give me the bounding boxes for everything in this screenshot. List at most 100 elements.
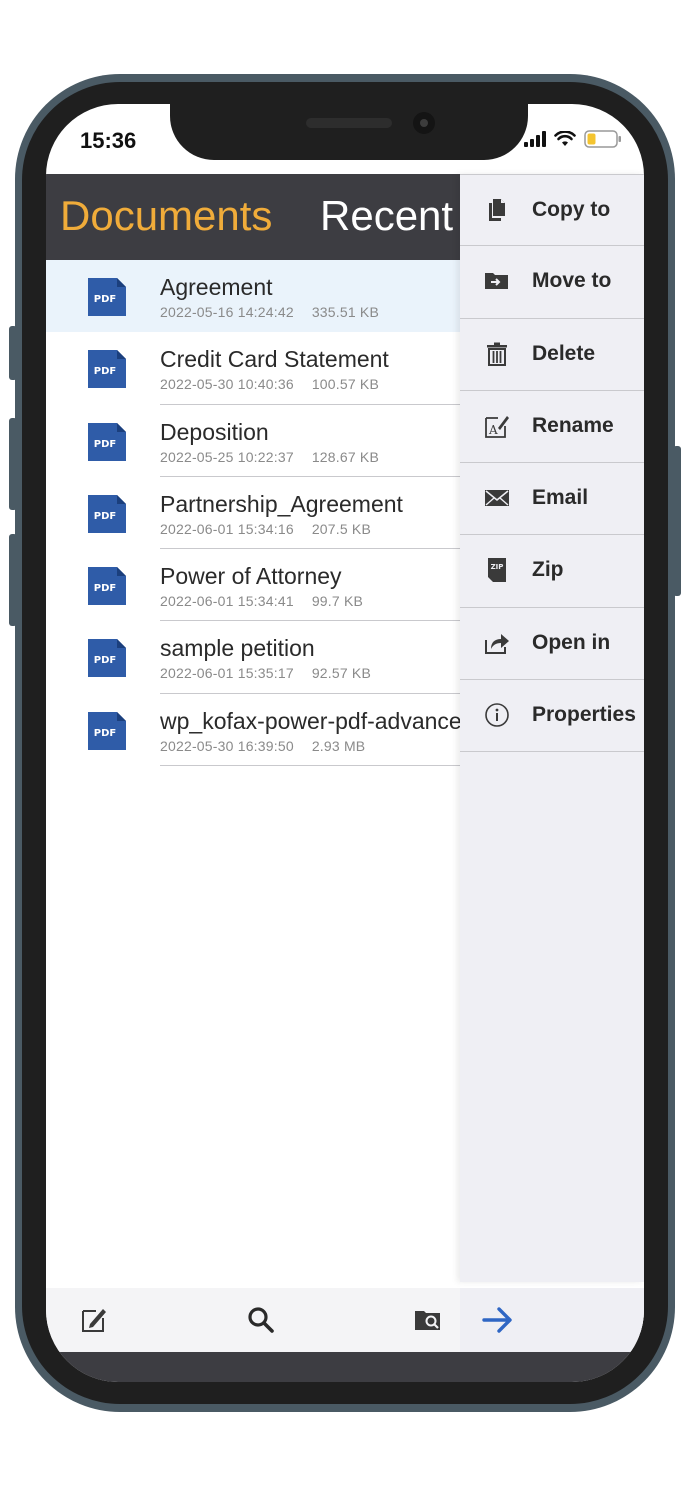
file-size: 99.7 KB	[311, 593, 364, 610]
menu-item-email[interactable]: Email	[460, 463, 644, 536]
file-size: 92.57 KB	[311, 665, 372, 682]
battery-icon	[584, 130, 622, 148]
file-row[interactable]: PDF Agreement 2022-05-16 14:24:42 335.51 …	[46, 260, 460, 333]
pdf-file-icon: PDF	[88, 639, 126, 678]
file-list: PDF Agreement 2022-05-16 14:24:42 335.51 …	[46, 260, 460, 767]
pdf-label: PDF	[94, 294, 116, 305]
file-date: 2022-05-30 16:39:50	[160, 737, 294, 754]
file-size: 335.51 KB	[311, 304, 379, 320]
speaker	[306, 118, 392, 128]
file-name: Power of Attorney	[160, 563, 342, 590]
file-name: Credit Card Statement	[160, 346, 389, 373]
file-name: Partnership_Agreement	[160, 490, 403, 517]
file-row[interactable]: PDF sample petition 2022-06-01 15:35:17 9…	[46, 621, 460, 694]
notch	[170, 104, 528, 160]
phone-screen: 15:36 Documents Recent PDF Agreement 202…	[46, 104, 644, 1382]
menu-label: Zip	[532, 558, 564, 582]
pdf-file-icon: PDF	[88, 278, 126, 316]
file-name: Agreement	[160, 274, 273, 300]
edit-icon[interactable]	[80, 1306, 108, 1334]
file-meta: 2022-05-30 10:40:36 100.57 KB	[160, 376, 379, 392]
file-meta: 2022-06-01 15:34:16 207.5 KB	[160, 521, 371, 537]
menu-label: Copy to	[532, 198, 611, 221]
pdf-label: PDF	[94, 366, 116, 377]
file-text: wp_kofax-power-pdf-advanced 2022-05-30 1…	[160, 694, 460, 767]
menu-label: Properties	[532, 703, 636, 727]
svg-text:ZIP: ZIP	[491, 563, 504, 571]
signal-icon	[524, 131, 546, 147]
status-icons	[524, 130, 622, 148]
menu-item-zip[interactable]: ZIP Zip	[460, 535, 644, 608]
status-time: 15:36	[80, 128, 137, 153]
front-camera	[413, 112, 435, 134]
pdf-label: PDF	[94, 655, 116, 666]
rename-icon: A	[485, 415, 509, 438]
copy-icon	[489, 199, 505, 221]
file-size: 128.67 KB	[311, 448, 379, 465]
bottom-toolbar	[46, 1288, 644, 1352]
file-name: Deposition	[160, 418, 269, 445]
pdf-file-icon: PDF	[88, 567, 126, 606]
file-meta: 2022-06-01 15:35:17 92.57 KB	[160, 665, 371, 681]
file-date: 2022-05-30 10:40:36	[160, 376, 294, 393]
share-icon	[485, 633, 509, 654]
file-row[interactable]: PDF Credit Card Statement 2022-05-30 10:…	[46, 332, 460, 405]
pdf-label: PDF	[94, 728, 116, 739]
tab-documents[interactable]: Documents	[60, 192, 272, 240]
file-text: Credit Card Statement 2022-05-30 10:40:3…	[160, 332, 460, 405]
zip-icon: ZIP	[488, 558, 506, 583]
menu-item-move-to[interactable]: Move to	[460, 246, 644, 319]
folder-move-icon	[485, 273, 508, 290]
pdf-label: PDF	[94, 583, 116, 594]
menu-label: Rename	[532, 413, 614, 437]
file-meta: 2022-05-30 16:39:50 2.93 MB	[160, 738, 365, 754]
pdf-label: PDF	[94, 439, 116, 450]
file-row[interactable]: PDF Partnership_Agreement 2022-06-01 15:…	[46, 477, 460, 550]
menu-item-properties[interactable]: Properties	[460, 680, 644, 753]
file-date: 2022-06-01 15:34:16	[160, 520, 294, 537]
context-menu: Copy to Move to Delete A Rename Email ZI…	[460, 174, 644, 1282]
file-text: Power of Attorney 2022-06-01 15:34:41 99.…	[160, 549, 460, 622]
pdf-file-icon: PDF	[88, 711, 126, 750]
file-date: 2022-05-25 10:22:37	[160, 448, 294, 465]
pdf-file-icon: PDF	[88, 350, 126, 389]
search-icon[interactable]	[247, 1306, 275, 1334]
menu-item-rename[interactable]: A Rename	[460, 391, 644, 464]
menu-label: Delete	[532, 341, 596, 365]
pdf-label: PDF	[94, 511, 116, 522]
menu-item-delete[interactable]: Delete	[460, 319, 644, 391]
menu-item-copy-to[interactable]: Copy to	[460, 174, 644, 247]
arrow-right-icon[interactable]	[482, 1305, 514, 1335]
menu-label: Move to	[532, 269, 612, 293]
file-text: Partnership_Agreement 2022-06-01 15:34:1…	[160, 477, 460, 550]
header-bar: Documents Recent	[46, 174, 460, 260]
menu-label: Email	[532, 486, 589, 510]
file-size: 207.5 KB	[311, 520, 372, 537]
file-meta: 2022-05-16 14:24:42 335.51 KB	[160, 304, 379, 320]
file-text: Agreement 2022-05-16 14:24:42 335.51 KB	[160, 260, 460, 332]
file-date: 2022-05-16 14:24:42	[160, 304, 294, 320]
home-indicator-area	[46, 1352, 644, 1382]
trash-icon	[487, 342, 507, 366]
file-name: wp_kofax-power-pdf-advanced	[160, 707, 460, 734]
pdf-file-icon: PDF	[88, 494, 126, 533]
svg-text:A: A	[488, 423, 498, 437]
file-row[interactable]: PDF Power of Attorney 2022-06-01 15:34:4…	[46, 549, 460, 622]
pdf-file-icon: PDF	[88, 422, 126, 461]
file-meta: 2022-06-01 15:34:41 99.7 KB	[160, 593, 363, 609]
menu-item-open-in[interactable]: Open in	[460, 608, 644, 681]
file-row[interactable]: PDF Deposition 2022-05-25 10:22:37 128.67…	[46, 405, 460, 477]
file-date: 2022-06-01 15:34:41	[160, 593, 294, 610]
file-name: sample petition	[160, 635, 315, 662]
tab-recent[interactable]: Recent	[320, 192, 453, 240]
info-icon	[485, 703, 509, 727]
wifi-icon	[554, 131, 576, 147]
file-text: Deposition 2022-05-25 10:22:37 128.67 KB	[160, 405, 460, 477]
folder-search-icon[interactable]	[414, 1306, 442, 1334]
file-size: 2.93 MB	[311, 737, 366, 754]
file-text: sample petition 2022-06-01 15:35:17 92.57…	[160, 621, 460, 694]
menu-label: Open in	[532, 630, 611, 654]
file-row[interactable]: PDF wp_kofax-power-pdf-advanced 2022-05-…	[46, 694, 460, 767]
file-size: 100.57 KB	[311, 376, 379, 393]
file-date: 2022-06-01 15:35:17	[160, 665, 294, 682]
